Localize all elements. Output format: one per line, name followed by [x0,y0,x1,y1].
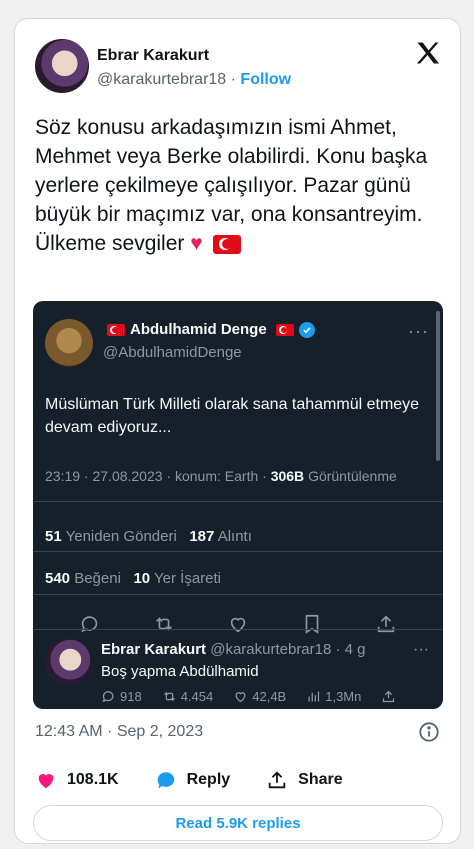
quoted-actions [33,613,443,635]
like-icon[interactable] [227,613,249,635]
quoted-name[interactable]: Abdulhamid Denge [130,321,267,338]
reply-label: Reply [186,771,231,788]
bookmarks-count: 10 [133,570,151,587]
reply-handle-time: @karakurtebrar18 · 4 g [210,641,366,658]
like-stats[interactable]: 540 Beğeni 10 Yer İşareti [45,570,221,587]
reply-button[interactable]: Reply [155,769,231,791]
heart-icon [38,774,54,789]
retweets-label: Yeniden Gönderi [65,528,177,545]
tweet-action-bar: 108.1K Reply Share [35,769,379,791]
quoted-views-count: 306B [270,468,305,484]
divider [33,501,443,502]
share-icon[interactable] [375,613,397,635]
reply-avatar[interactable] [45,639,91,685]
views-chart-icon [308,691,320,702]
likes-count: 540 [45,570,71,587]
more-options-icon[interactable]: ··· [408,321,429,342]
meta-separator: · [230,71,236,88]
author-avatar[interactable] [35,39,89,93]
quoted-name-row: Abdulhamid Denge [103,321,315,338]
author-handle[interactable]: @karakurtebrar18 [97,71,226,88]
bookmark-icon[interactable] [301,613,323,635]
reply-likes-count: 42,4B [252,689,287,704]
quotes-label: Alıntı [217,528,252,545]
red-heart-icon: ♥ [190,232,203,255]
quoted-handle[interactable]: @AbdulhamidDenge [103,344,242,361]
reply-text: Boş yapma Abdülhamid [101,663,259,680]
like-count: 108.1K [67,771,119,788]
reply-like-button[interactable]: 42,4B [233,689,286,704]
reply-icon[interactable] [79,613,101,635]
share-label: Share [298,771,343,788]
retweet-icon[interactable] [153,613,175,635]
reply-header: Ebrar Karakurt @karakurtebrar18 · 4 g [101,641,366,658]
author-handle-row: @karakurtebrar18 · Follow [97,71,291,89]
quoted-meta: 23:19 · 27.08.2023 · konum: Earth · 306B… [45,468,397,484]
repost-stats[interactable]: 51 Yeniden Gönderi 187 Alıntı [45,528,252,545]
tweet-card: Ebrar Karakurt @karakurtebrar18 · Follow… [14,18,461,844]
author-name[interactable]: Ebrar Karakurt [97,47,209,65]
embedded-tweet[interactable]: Abdulhamid Denge @AbdulhamidDenge ··· Mü… [33,301,443,709]
likes-label: Beğeni [74,570,121,587]
like-button[interactable]: 108.1K [35,769,119,791]
reply-name[interactable]: Ebrar Karakurt [101,641,206,658]
more-options-icon[interactable]: ··· [413,641,429,659]
reply-share-button[interactable] [381,689,396,704]
tweet-text: Söz konusu arkadaşımızın ismi Ahmet, Meh… [35,113,455,258]
reply-retweet-button[interactable]: 4.454 [162,689,214,704]
verified-badge-icon [298,321,315,338]
x-logo-icon[interactable] [414,39,442,67]
bookmarks-label: Yer İşareti [154,570,222,587]
turkey-flag-icon [275,323,294,336]
reply-icon [102,691,114,703]
retweets-count: 51 [45,528,62,545]
reply-bubble-icon [157,772,174,789]
turkey-flag-icon [107,323,125,336]
reply-views-count: 1,3Mn [325,689,362,704]
share-button[interactable]: Share [266,769,343,791]
quotes-count: 187 [189,528,215,545]
embed-scrollbar[interactable] [436,311,440,461]
tweet-timestamp[interactable]: 12:43 AM · Sep 2, 2023 [35,723,203,741]
follow-button[interactable]: Follow [240,71,291,88]
reply-replies-count: 918 [120,689,142,704]
reply-retweets-count: 4.454 [180,689,214,704]
info-icon[interactable] [418,721,440,743]
reply-stats: 918 4.454 42,4B 1,3Mn [101,689,396,704]
divider [33,594,443,595]
like-icon [235,692,246,703]
share-icon [268,771,286,789]
divider [33,551,443,552]
quoted-avatar[interactable] [45,319,93,367]
turkey-flag-icon [212,234,241,254]
quoted-text: Müslüman Türk Milleti olarak sana tahamm… [45,396,420,436]
reply-reply-button[interactable]: 918 [101,689,142,704]
reply-views-button[interactable]: 1,3Mn [306,689,361,704]
retweet-icon [163,691,175,702]
quoted-time-location: 23:19 · 27.08.2023 · konum: Earth · [45,468,267,484]
divider [33,629,443,630]
read-replies-button[interactable]: Read 5.9K replies [33,805,443,841]
share-icon [383,690,395,703]
quoted-views-label: Görüntülenme [308,468,397,484]
